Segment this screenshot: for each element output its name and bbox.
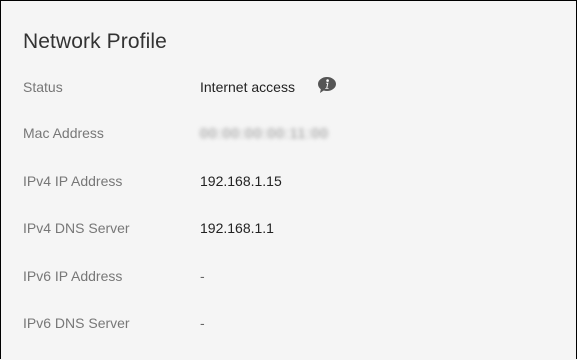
ipv6-dns-label: IPv6 DNS Server — [23, 315, 130, 331]
ipv4-dns-label: IPv4 DNS Server — [23, 220, 130, 236]
ipv6-ip-value: - — [200, 268, 205, 284]
status-value: Internet access — [200, 79, 295, 95]
ipv4-ip-label: IPv4 IP Address — [23, 173, 123, 189]
ipv4-ip-value: 192.168.1.15 — [200, 173, 282, 189]
network-profile-panel: Network Profile Status Internet access M… — [0, 0, 577, 359]
panel-title: Network Profile — [23, 30, 167, 53]
ipv4-ip-row: IPv4 IP Address 192.168.1.15 — [1, 169, 576, 193]
status-label: Status — [23, 79, 63, 95]
mac-address-row: Mac Address 00:00:00:00:11:00 — [1, 121, 576, 145]
ipv6-ip-label: IPv6 IP Address — [23, 268, 123, 284]
mac-address-value: 00:00:00:00:11:00 — [200, 125, 329, 141]
mac-address-label: Mac Address — [23, 125, 104, 141]
ipv6-dns-row: IPv6 DNS Server - — [1, 311, 576, 335]
ipv6-dns-value: - — [200, 315, 205, 331]
ipv4-dns-value: 192.168.1.1 — [200, 220, 274, 236]
ipv6-ip-row: IPv6 IP Address - — [1, 264, 576, 288]
ipv4-dns-row: IPv4 DNS Server 192.168.1.1 — [1, 216, 576, 240]
info-icon[interactable] — [317, 76, 336, 94]
status-row: Status Internet access — [1, 75, 576, 99]
